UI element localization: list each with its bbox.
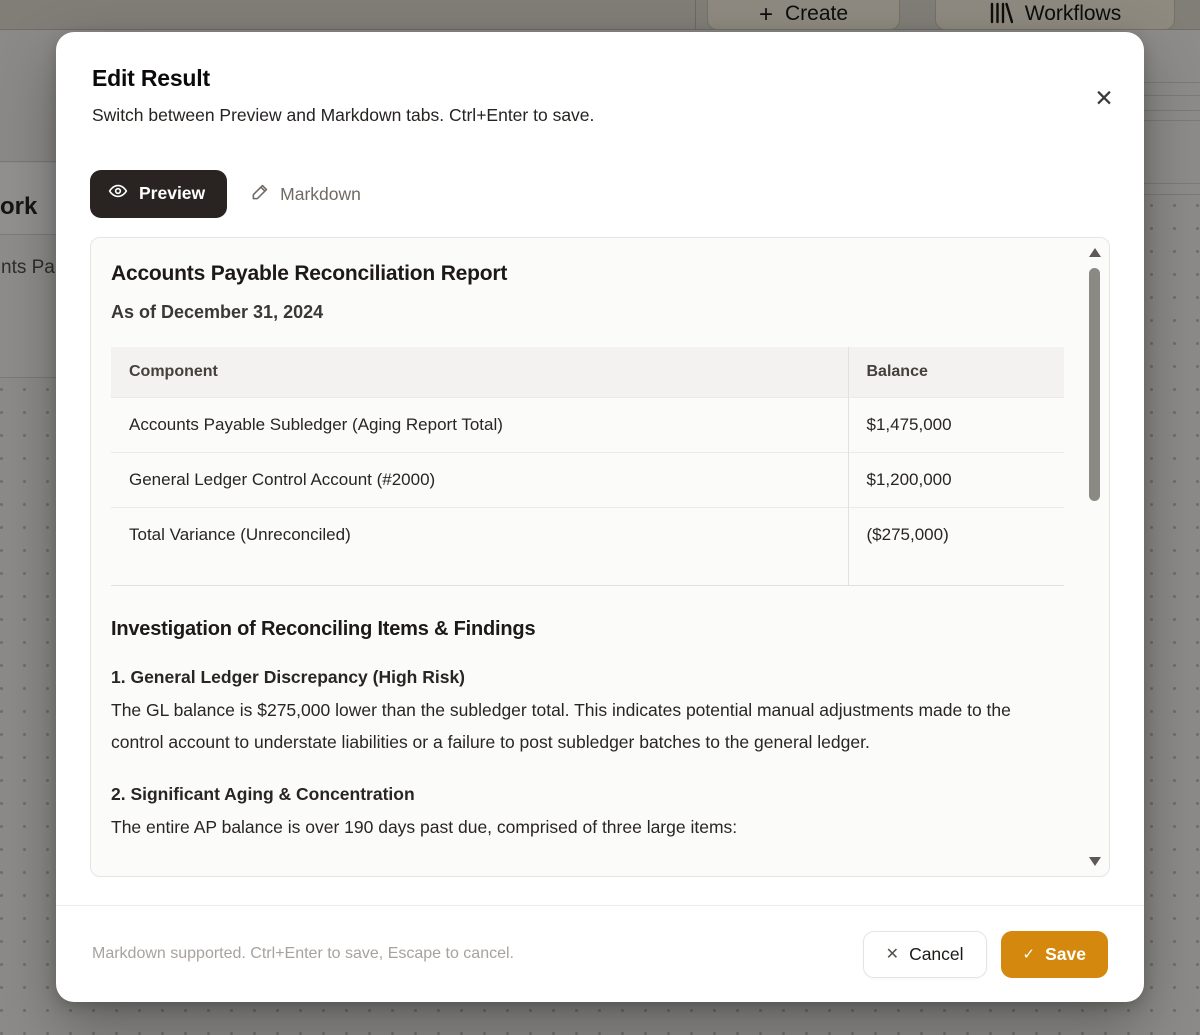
finding-2-body: The entire AP balance is over 190 days p… — [111, 811, 1064, 843]
close-icon[interactable]: ✕ — [1088, 82, 1120, 114]
save-button[interactable]: ✓ Save — [1001, 931, 1108, 978]
tab-preview-label: Preview — [139, 183, 205, 204]
table-header-row: Component Balance — [111, 347, 1064, 398]
workflows-button[interactable]: Workflows — [935, 0, 1175, 30]
reconciliation-table: Component Balance Accounts Payable Suble… — [111, 347, 1064, 586]
preview-scrollbar[interactable] — [1087, 246, 1103, 868]
finding-1-heading: 1. General Ledger Discrepancy (High Risk… — [111, 667, 1064, 688]
cell-balance: $1,200,000 — [848, 453, 1064, 508]
finding-2-heading: 2. Significant Aging & Concentration — [111, 784, 1064, 805]
background-row-line — [1144, 110, 1200, 111]
cell-balance: ($275,000) — [848, 508, 1064, 586]
table-row: General Ledger Control Account (#2000) $… — [111, 453, 1064, 508]
background-row-line — [1144, 120, 1200, 121]
markdown-preview-pane: Accounts Payable Reconciliation Report A… — [90, 237, 1110, 877]
cell-component: General Ledger Control Account (#2000) — [111, 453, 848, 508]
footer-actions: ✕ Cancel ✓ Save — [863, 931, 1108, 978]
table-row: Accounts Payable Subledger (Aging Report… — [111, 398, 1064, 453]
workflows-button-label: Workflows — [1025, 2, 1121, 26]
scrollbar-thumb[interactable] — [1089, 268, 1100, 501]
clipped-heading-text: ork — [0, 193, 37, 221]
dialog-subtitle: Switch between Preview and Markdown tabs… — [92, 105, 594, 126]
eye-icon — [108, 181, 128, 206]
clipped-row-text: nts Pa — [1, 257, 55, 279]
dialog-title: Edit Result — [92, 65, 210, 92]
view-mode-tabs: Preview Markdown — [90, 170, 361, 218]
footer-hint: Markdown supported. Ctrl+Enter to save, … — [92, 945, 514, 963]
workflows-icon — [989, 2, 1013, 26]
plus-icon: + — [759, 4, 773, 26]
edit-result-dialog: ✕ Edit Result Switch between Preview and… — [56, 32, 1144, 1002]
background-panel-band — [0, 30, 56, 162]
background-right-panel — [1144, 30, 1200, 195]
cell-component: Total Variance (Unreconciled) — [111, 508, 848, 586]
report-date: As of December 31, 2024 — [111, 302, 1064, 323]
save-button-label: Save — [1045, 944, 1086, 965]
column-header-balance: Balance — [848, 347, 1064, 398]
table-row: Total Variance (Unreconciled) ($275,000) — [111, 508, 1064, 586]
tab-markdown-label: Markdown — [280, 184, 361, 205]
cell-balance: $1,475,000 — [848, 398, 1064, 453]
scroll-up-arrow-icon[interactable] — [1089, 248, 1101, 257]
report-title: Accounts Payable Reconciliation Report — [111, 262, 1064, 286]
tab-preview[interactable]: Preview — [90, 170, 227, 218]
cancel-button[interactable]: ✕ Cancel — [863, 931, 987, 978]
dialog-footer: Markdown supported. Ctrl+Enter to save, … — [56, 905, 1144, 1002]
finding-1-body: The GL balance is $275,000 lower than th… — [111, 694, 1064, 758]
findings-section-heading: Investigation of Reconciling Items & Fin… — [111, 618, 1064, 641]
column-header-component: Component — [111, 347, 848, 398]
background-row-line — [1144, 82, 1200, 83]
pencil-icon — [251, 182, 270, 206]
check-icon: ✓ — [1023, 945, 1036, 963]
background-left-panel: ork nts Pa — [0, 30, 56, 378]
create-button[interactable]: + Create — [707, 0, 900, 30]
cancel-button-label: Cancel — [909, 944, 963, 965]
cell-component: Accounts Payable Subledger (Aging Report… — [111, 398, 848, 453]
background-row-line — [1144, 183, 1200, 184]
tab-markdown[interactable]: Markdown — [251, 182, 361, 206]
topbar-divider — [695, 0, 696, 30]
x-icon: ✕ — [886, 944, 899, 964]
scroll-down-arrow-icon[interactable] — [1089, 857, 1101, 866]
create-button-label: Create — [785, 2, 848, 26]
background-row-line — [1144, 95, 1200, 96]
